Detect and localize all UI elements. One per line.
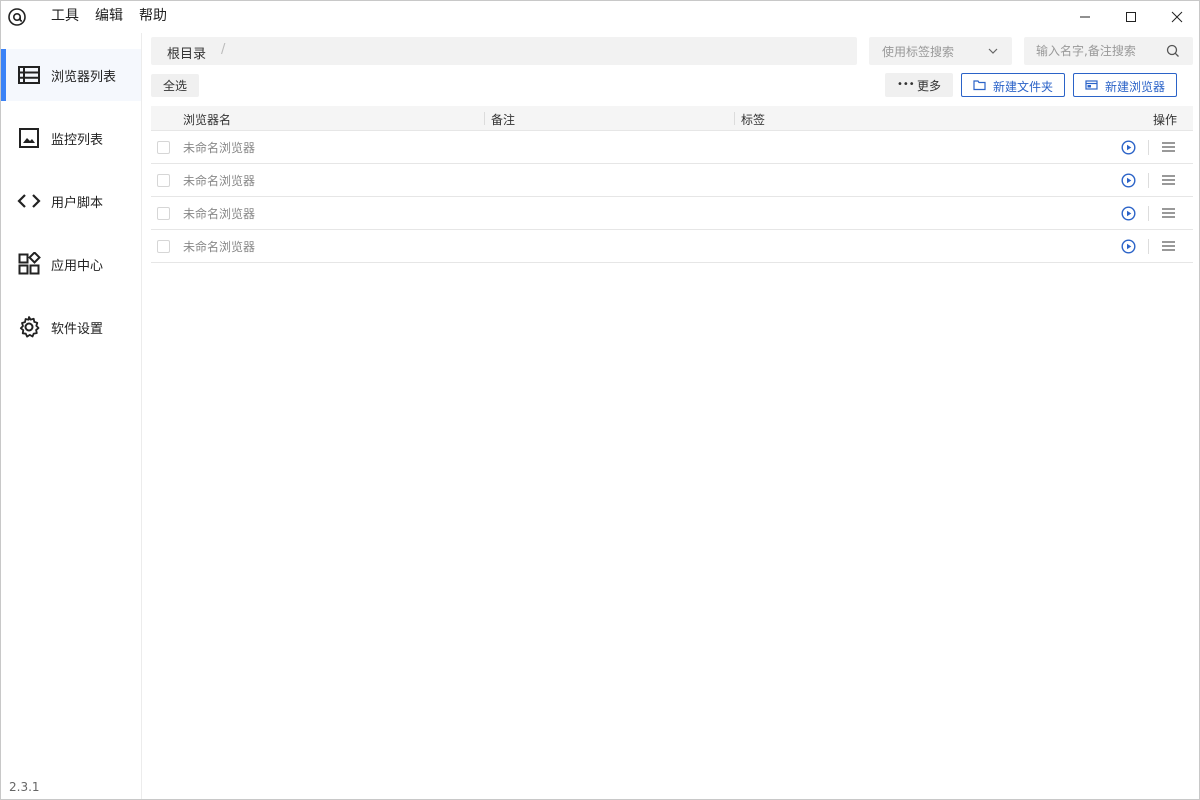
title-bar: 工具 编辑 帮助 xyxy=(1,1,1199,33)
hamburger-menu-icon[interactable] xyxy=(1162,174,1175,186)
browser-name: 未命名浏览器 xyxy=(183,207,256,221)
sidebar-item-label: 应用中心 xyxy=(51,258,104,274)
browser-window-icon xyxy=(1085,80,1098,90)
row-checkbox[interactable] xyxy=(157,141,170,154)
more-button-label: 更多 xyxy=(917,79,942,93)
browser-name: 未命名浏览器 xyxy=(183,240,256,254)
action-divider xyxy=(1148,239,1149,254)
more-button[interactable]: ••• 更多 xyxy=(885,73,953,97)
table-row[interactable]: 未命名浏览器 xyxy=(151,230,1193,263)
column-header-browser-name[interactable]: 浏览器名 xyxy=(183,111,231,128)
new-folder-label: 新建文件夹 xyxy=(993,80,1054,94)
app-version: 2.3.1 xyxy=(9,780,40,794)
table-row[interactable]: 未命名浏览器 xyxy=(151,131,1193,164)
column-resize-handle[interactable] xyxy=(734,112,735,125)
app-window: 工具 编辑 帮助 浏览器列表 监控列表 用户脚本 应用中心 软件设置 2.3.1… xyxy=(0,0,1200,800)
new-browser-button[interactable]: 新建浏览器 xyxy=(1073,73,1177,97)
hamburger-menu-icon[interactable] xyxy=(1162,141,1175,153)
sidebar-item-app-center[interactable]: 应用中心 xyxy=(1,238,141,290)
action-divider xyxy=(1148,173,1149,188)
menu-tools[interactable]: 工具 xyxy=(51,1,79,33)
sidebar-item-browser-list[interactable]: 浏览器列表 xyxy=(1,49,141,101)
row-checkbox[interactable] xyxy=(157,174,170,187)
search-icon[interactable] xyxy=(1166,44,1180,58)
hamburger-menu-icon[interactable] xyxy=(1162,240,1175,252)
breadcrumb-root[interactable]: 根目录 xyxy=(167,43,206,62)
folder-icon xyxy=(973,80,986,91)
menu-bar: 工具 编辑 帮助 xyxy=(51,1,183,33)
column-header-actions: 操作 xyxy=(1153,113,1178,127)
minimize-button[interactable] xyxy=(1062,1,1108,33)
play-launch-icon[interactable] xyxy=(1121,206,1136,221)
more-dots-icon: ••• xyxy=(897,79,915,90)
breadcrumb-separator: / xyxy=(221,42,226,57)
select-all-button[interactable]: 全选 xyxy=(151,74,199,97)
action-divider xyxy=(1148,206,1149,221)
column-header-remark[interactable]: 备注 xyxy=(491,111,515,128)
close-button[interactable] xyxy=(1154,1,1200,33)
hamburger-menu-icon[interactable] xyxy=(1162,207,1175,219)
sidebar-item-label: 软件设置 xyxy=(51,321,104,337)
menu-edit[interactable]: 编辑 xyxy=(95,1,123,33)
sidebar: 浏览器列表 监控列表 用户脚本 应用中心 软件设置 2.3.1 xyxy=(1,33,142,799)
play-launch-icon[interactable] xyxy=(1121,140,1136,155)
gear-icon xyxy=(19,316,40,338)
browser-name: 未命名浏览器 xyxy=(183,174,256,188)
image-monitor-icon xyxy=(19,128,39,148)
tag-search-select[interactable]: 使用标签搜索 xyxy=(869,37,1012,65)
chevron-down-icon xyxy=(988,48,998,54)
sidebar-item-label: 用户脚本 xyxy=(51,195,104,211)
column-resize-handle[interactable] xyxy=(484,112,485,125)
table-row[interactable]: 未命名浏览器 xyxy=(151,164,1193,197)
new-browser-label: 新建浏览器 xyxy=(1105,80,1166,94)
minimize-icon xyxy=(1080,16,1090,18)
action-divider xyxy=(1148,140,1149,155)
row-checkbox[interactable] xyxy=(157,207,170,220)
column-header-tags[interactable]: 标签 xyxy=(741,111,765,128)
code-icon xyxy=(17,194,41,208)
row-checkbox[interactable] xyxy=(157,240,170,253)
breadcrumb: 根目录 / xyxy=(151,37,857,65)
table-header: 浏览器名 备注 标签 操作 xyxy=(151,106,1193,131)
sidebar-item-label: 监控列表 xyxy=(51,132,104,148)
table-row[interactable]: 未命名浏览器 xyxy=(151,197,1193,230)
app-logo-icon xyxy=(8,8,26,26)
maximize-button[interactable] xyxy=(1108,1,1154,33)
play-launch-icon[interactable] xyxy=(1121,239,1136,254)
browser-name: 未命名浏览器 xyxy=(183,141,256,155)
menu-help[interactable]: 帮助 xyxy=(139,1,167,33)
new-folder-button[interactable]: 新建文件夹 xyxy=(961,73,1065,97)
tag-search-placeholder: 使用标签搜索 xyxy=(882,45,955,59)
play-launch-icon[interactable] xyxy=(1121,173,1136,188)
table-list-icon xyxy=(18,66,40,84)
maximize-icon xyxy=(1126,12,1136,22)
apps-grid-icon xyxy=(18,252,41,275)
sidebar-item-label: 浏览器列表 xyxy=(51,69,117,85)
sidebar-item-settings[interactable]: 软件设置 xyxy=(1,301,141,353)
close-icon xyxy=(1171,11,1183,23)
sidebar-item-monitor-list[interactable]: 监控列表 xyxy=(1,112,141,164)
sidebar-item-user-scripts[interactable]: 用户脚本 xyxy=(1,175,141,227)
